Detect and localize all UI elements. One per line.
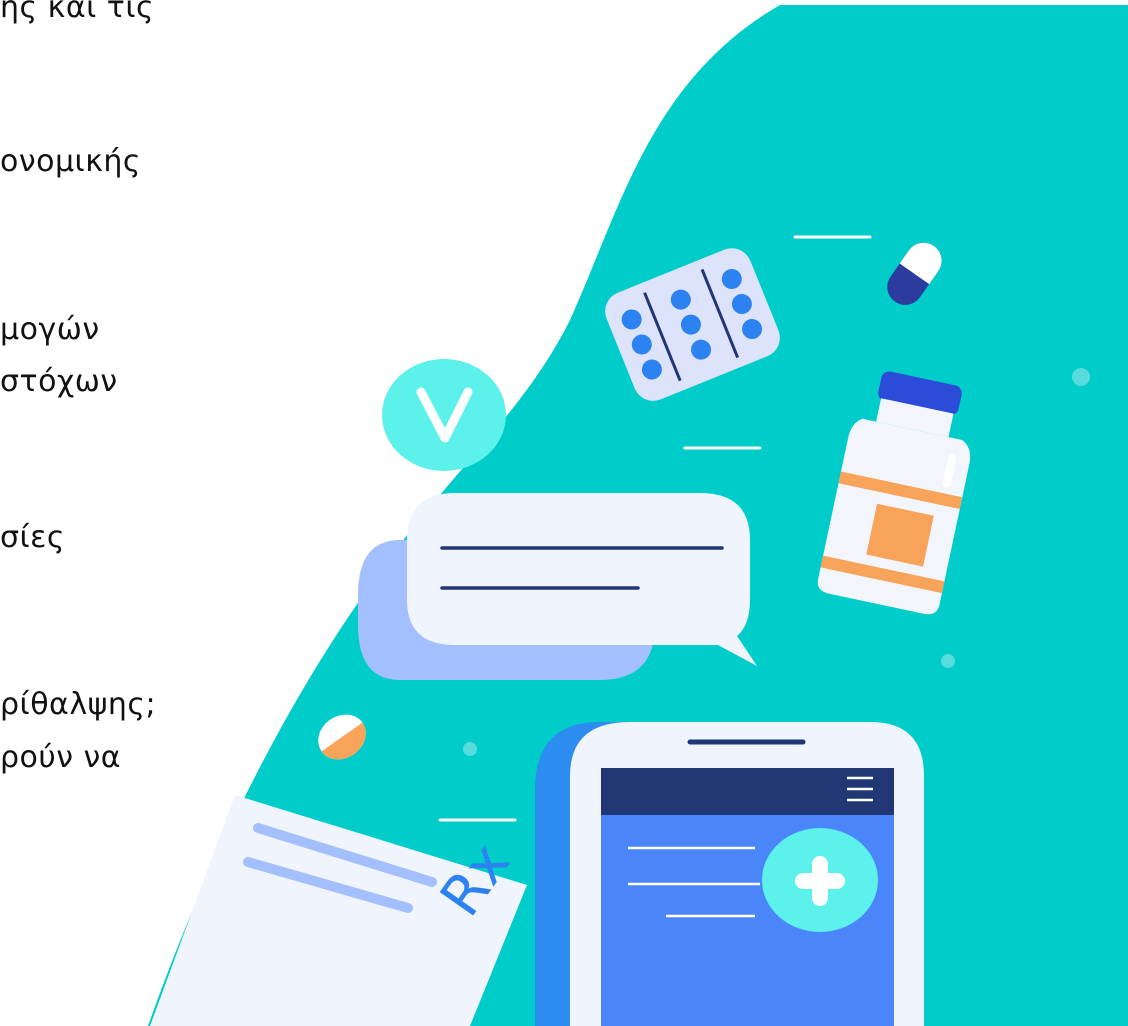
text-line-5: σίες: [0, 520, 65, 555]
text-line-2: ονομικής: [0, 144, 142, 179]
decor-dot: [1072, 368, 1090, 386]
text-line-1: ης και τις: [0, 0, 155, 25]
decor-dot: [463, 742, 477, 756]
text-line-4: στόχων: [0, 364, 118, 399]
smartphone-icon: [535, 722, 924, 1026]
healthcare-illustration: Rx: [148, 5, 1128, 1026]
checkmark-badge-icon: [382, 359, 506, 471]
text-line-3: μογών: [0, 312, 100, 347]
text-line-7: ρούν να: [0, 740, 122, 775]
text-line-6: ρίθαλψης;: [0, 687, 157, 722]
decor-dot: [941, 654, 955, 668]
plus-badge-icon: [762, 828, 878, 932]
